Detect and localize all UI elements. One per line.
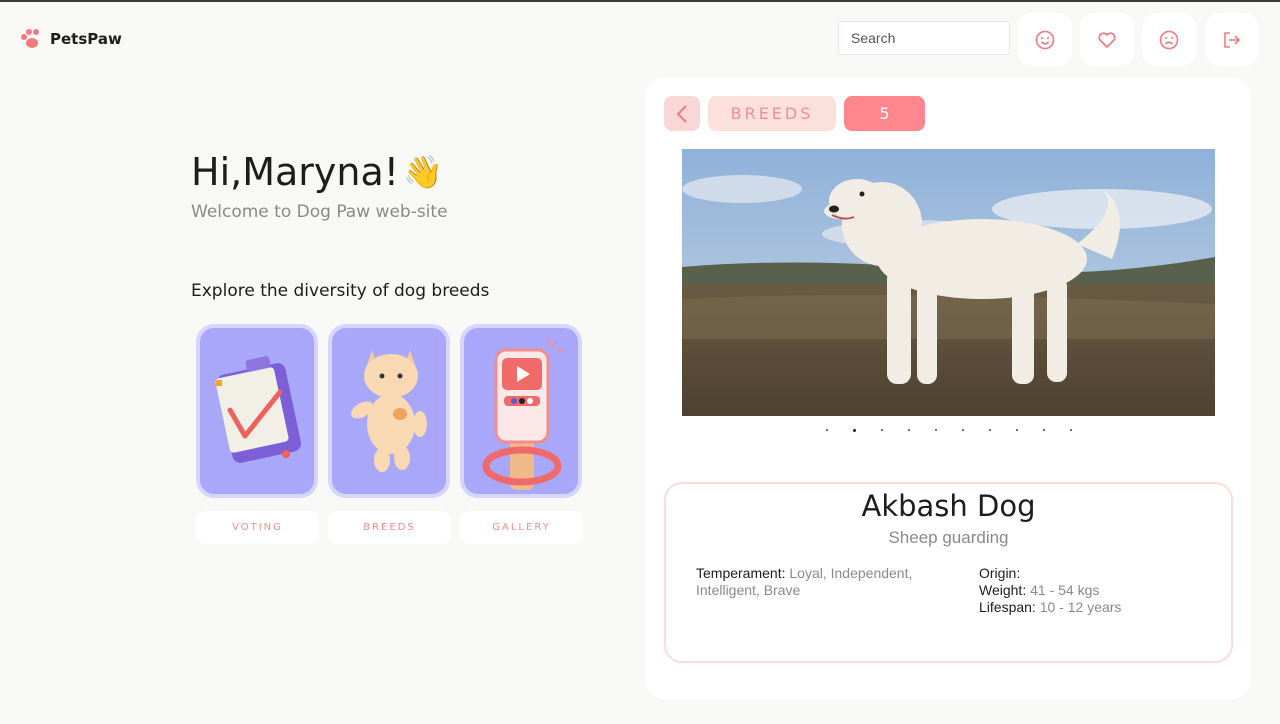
breed-name: Akbash Dog xyxy=(861,489,1036,523)
slider-dot[interactable] xyxy=(962,429,964,431)
voting-card[interactable] xyxy=(196,324,318,498)
logo[interactable]: PetsPaw xyxy=(20,28,122,50)
breeds-card[interactable] xyxy=(328,324,450,498)
logo-text: PetsPaw xyxy=(50,30,122,48)
gallery-card[interactable] xyxy=(460,324,582,498)
logout-button[interactable] xyxy=(1205,13,1259,66)
voting-nav-button[interactable]: VOTING xyxy=(196,511,319,544)
chevron-left-icon xyxy=(676,104,687,123)
back-button[interactable] xyxy=(664,96,700,131)
breed-bred-for: Sheep guarding xyxy=(888,528,1009,547)
clipboard-icon xyxy=(215,356,302,463)
paw-icon xyxy=(21,29,39,48)
slider-dot[interactable] xyxy=(935,429,937,431)
lifespan-value: 10 - 12 years xyxy=(1039,599,1122,615)
breed-photo xyxy=(682,149,1215,416)
slider-dot[interactable] xyxy=(1016,429,1018,431)
slider-dot[interactable] xyxy=(1043,429,1045,431)
slider-dot[interactable] xyxy=(908,429,910,431)
temperament-label: Temperament: xyxy=(696,565,786,581)
weight-row: Weight: 41 - 54 kgs xyxy=(979,582,1219,599)
dislikes-button[interactable] xyxy=(1142,13,1196,66)
gallery-nav-button[interactable]: GALLERY xyxy=(460,511,583,544)
lifespan-row: Lifespan: 10 - 12 years xyxy=(979,599,1219,616)
likes-button[interactable] xyxy=(1018,13,1072,66)
weight-label: Weight: xyxy=(979,582,1027,598)
breed-stats-block: Origin: Weight: 41 - 54 kgs Lifespan: 10… xyxy=(979,565,1219,616)
waving-hand-icon: 👋 xyxy=(403,153,443,191)
search-input[interactable]: Search xyxy=(838,21,1010,55)
dog-photo-image xyxy=(682,149,1215,416)
breeds-breadcrumb[interactable]: BREEDS xyxy=(708,96,836,131)
sad-face-icon xyxy=(1159,30,1179,49)
slider-dot[interactable] xyxy=(881,429,883,431)
slider-dot-active[interactable] xyxy=(853,429,856,432)
explore-heading: Explore the diversity of dog breeds xyxy=(191,281,490,301)
breed-id-badge: 5 xyxy=(844,96,925,131)
slider-dot[interactable] xyxy=(826,429,828,431)
greeting-text: Hi,Maryna! xyxy=(191,150,399,194)
heart-icon xyxy=(1098,31,1116,48)
greeting-heading: Hi,Maryna! 👋 xyxy=(191,150,443,194)
welcome-subtitle: Welcome to Dog Paw web-site xyxy=(191,202,448,222)
slider-dot[interactable] xyxy=(989,429,991,431)
smile-icon xyxy=(1035,30,1055,49)
origin-row: Origin: xyxy=(979,565,1219,582)
cat-icon xyxy=(351,350,427,472)
breeds-nav-button[interactable]: BREEDS xyxy=(328,511,451,544)
lifespan-label: Lifespan: xyxy=(979,599,1036,615)
favourites-button[interactable] xyxy=(1080,13,1134,66)
logout-icon xyxy=(1224,31,1241,48)
breed-info-card: Akbash Dog Sheep guarding Temperament: L… xyxy=(664,482,1233,663)
temperament-block: Temperament: Loyal, Independent, Intelli… xyxy=(696,565,916,599)
slider-dots xyxy=(826,429,1072,432)
phone-gallery-icon xyxy=(482,338,565,490)
slider-dot[interactable] xyxy=(1070,429,1072,431)
weight-value: 41 - 54 kgs xyxy=(1030,582,1100,598)
origin-label: Origin: xyxy=(979,565,1021,581)
